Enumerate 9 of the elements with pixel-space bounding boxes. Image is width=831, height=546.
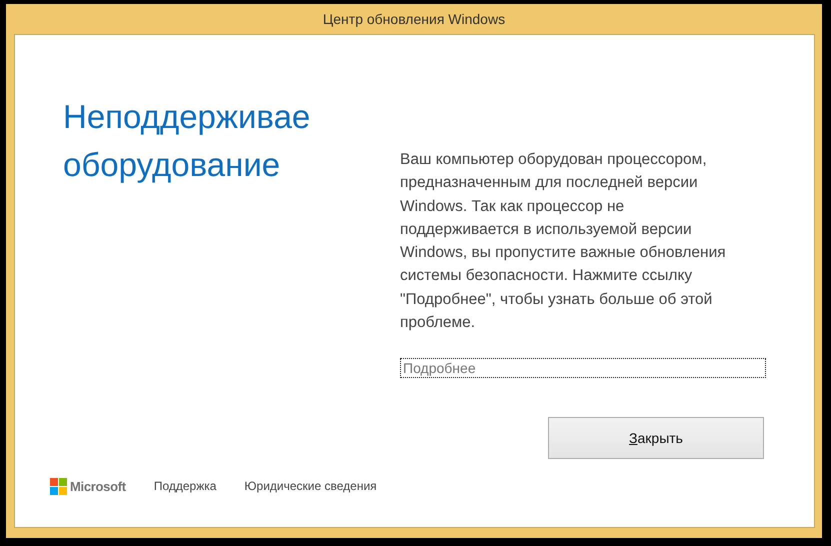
footer-link[interactable]: Поддержка (154, 477, 216, 496)
logo-icon (50, 478, 67, 495)
brand-name: Microsoft (70, 478, 126, 496)
close-button[interactable]: Закрыть (548, 417, 764, 460)
more-info-link[interactable]: Подробнее (400, 358, 766, 378)
heading: Неподдерживае оборудование (63, 97, 312, 185)
window-title: Центр обновления Windows (322, 10, 506, 29)
footer-link[interactable]: Юридические сведения (244, 477, 377, 496)
message-paragraph: Ваш компьютер оборудован процессором, предназначенным для последней версии Windows. Так как процессор не поддерживается в используемой версии Windows, вы пропустите важные обновления системы безопасности. Нажмите ссылку "Подробнее", чтобы узнать больше об этой проблеме. (400, 150, 727, 334)
